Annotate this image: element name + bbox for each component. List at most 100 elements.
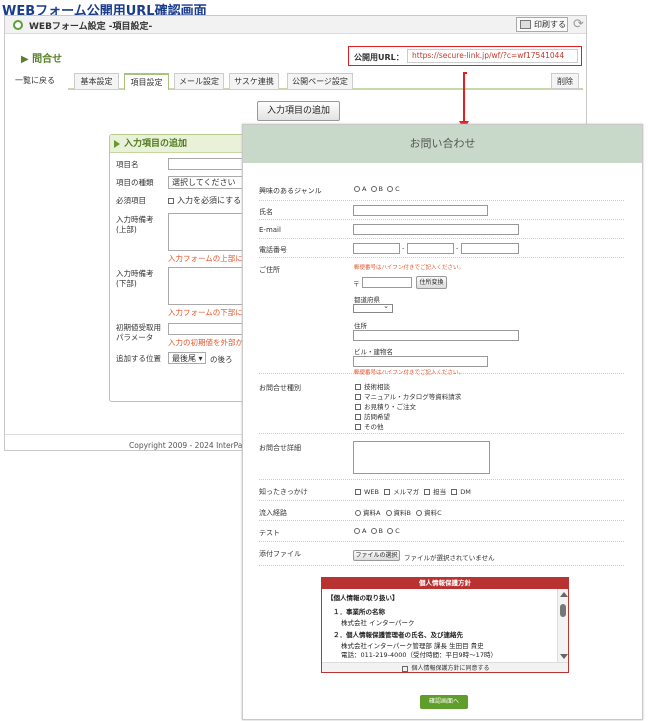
radio[interactable] [354,528,360,534]
checkbox[interactable] [355,489,361,495]
inquiry-option-5[interactable]: その他 [355,421,384,431]
inquiry-option-2[interactable]: マニュアル・カタログ等資料請求 [355,391,461,401]
name-input[interactable] [353,205,488,216]
address-convert-button[interactable]: 住所変換 [416,276,447,289]
public-url-label: 公開用URL： [354,53,404,62]
inquiry-option-3[interactable]: お見積り・ご注文 [355,401,416,411]
add-field-button[interactable]: 入力項目の追加 [257,101,340,121]
required-checkbox-label: 入力を必須にする [177,196,242,205]
genre-radio-b[interactable] [370,186,377,192]
printer-icon [520,20,531,29]
public-form-window: お問い合わせ 興味のあるジャンル A B C 氏名 E-mail 電話番号 - … [242,124,643,720]
checkbox[interactable] [384,489,391,495]
scroll-thumb[interactable] [560,604,566,617]
back-to-list-link[interactable]: 一覧に戻る [15,75,55,86]
confirm-button[interactable]: 確認画面へ [420,695,468,709]
print-button[interactable]: 印刷する [516,17,568,32]
inquiry-option-1[interactable]: 技術相談 [355,381,390,391]
tab-sasuke[interactable]: サスケ連携 [229,73,279,89]
checkbox[interactable] [424,489,431,495]
genre-option-a: A [362,185,367,193]
source-option: DM [460,488,471,496]
checkbox[interactable] [451,489,458,495]
radio[interactable] [416,510,423,516]
prefecture-label: 都道府県 [354,296,380,304]
phone-input-3[interactable] [461,243,519,254]
label-name: 氏名 [259,208,273,216]
scroll-up-icon[interactable] [560,592,568,597]
tab-fields[interactable]: 項目設定 [124,73,169,90]
source-checkboxes: WEB メルマガ 担当 DM [355,486,471,496]
radio[interactable] [385,510,392,516]
tab-basic[interactable]: 基本設定 [74,73,119,89]
add-field-panel: 入力項目の追加 項目名 項目の種類 選択してください 必須項目 入力を必須にする… [109,134,259,402]
inquiry-option-label: マニュアル・カタログ等資料請求 [364,393,462,401]
tab-mail[interactable]: メール設定 [174,73,224,89]
section-title: ▶ 問合せ [21,54,63,65]
label-route: 流入経路 [259,509,287,517]
test-option: C [395,527,400,535]
public-url-field[interactable]: https://secure-link.jp/wf/?c=wf17541044 [407,49,578,63]
row-address: ご住所 郵便番号はハイフン付きでご記入ください。 〒 住所変換 都道府県 ⌄ 住… [259,258,624,376]
checkbox[interactable] [355,404,361,410]
phone-input-2[interactable] [407,243,454,254]
privacy-line: １．事業所の名称 [333,608,385,616]
radio[interactable] [355,510,361,516]
refresh-icon[interactable]: ⟳ [573,17,584,32]
street-label: 住所 [354,322,367,330]
test-option: B [378,527,383,535]
lower-note-hint: 入力フォームの下部に [168,308,243,317]
postal-hyphen-note: 郵便番号はハイフン付きでご記入ください。 [354,265,465,271]
position-value: 最後尾 [172,354,196,363]
agree-label: 個人情報保護方針に同意する [411,665,490,672]
row-phone: 電話番号 - - [259,239,624,258]
row-inquiry-type: お問合せ種別 技術相談 マニュアル・カタログ等資料請求 お見積り・ご注文 訪問希… [259,374,624,434]
scroll-down-icon[interactable] [560,654,568,659]
row-attachment: 添付ファイル ファイルの選択 ファイルが選択されていません [259,542,624,566]
required-checkbox-wrap[interactable]: 入力を必須にする [168,195,241,206]
postal-input[interactable] [362,277,412,288]
agree-checkbox[interactable] [402,665,409,672]
tab-public-page[interactable]: 公開ページ設定 [287,73,353,89]
delete-button[interactable]: 削除 [551,73,579,89]
required-checkbox[interactable] [168,197,174,204]
route-radios: 資料A 資料B 資料C [355,507,442,517]
checkbox[interactable] [355,424,361,430]
genre-radio-c[interactable] [387,186,394,192]
test-option: A [362,527,367,535]
checkbox[interactable] [355,384,361,390]
upper-note-hint: 入力フォームの上部に [168,254,243,263]
privacy-scrollbar[interactable] [557,589,568,662]
checkbox[interactable] [355,414,361,420]
prefecture-select[interactable]: ⌄ [353,302,393,313]
initial-param-hint: 入力の初期値を外部か [168,338,243,347]
phone-input-1[interactable] [353,243,400,254]
privacy-line: 【個人情報の取り扱い】 [327,594,399,602]
genre-radio-a[interactable] [354,186,360,192]
label-field-name: 項目名 [116,160,139,169]
inquiry-option-4[interactable]: 訪問希望 [355,411,390,421]
radio[interactable] [387,528,394,534]
building-input[interactable] [353,356,488,367]
row-email: E-mail [259,220,624,239]
chevron-down-icon: ⌄ [383,302,389,310]
privacy-agree-row[interactable]: 個人情報保護方針に同意する [322,662,568,672]
file-choose-button[interactable]: ファイルの選択 [353,550,400,561]
email-input[interactable] [353,224,519,235]
checkbox[interactable] [355,394,361,400]
label-initial-param: 初期値受取用 パラメータ [116,323,161,342]
radio[interactable] [370,528,377,534]
row-inquiry-detail: お問合せ詳細 [259,434,624,480]
label-address: ご住所 [259,266,280,274]
label-lower-note: 入力時備考 (下部) [116,269,154,288]
inquiry-detail-textarea[interactable] [353,441,490,474]
label-position: 追加する位置 [116,354,161,363]
source-option: WEB [364,488,379,496]
admin-titlebar: WEBフォーム設定 -項目設定- 印刷する ⟳ [5,16,586,34]
inquiry-option-label: 訪問希望 [364,413,390,421]
position-select[interactable]: 最後尾 ▾ [168,352,206,364]
privacy-line: ２．個人情報保護管理者の氏名、及び連絡先 [333,631,463,639]
label-attachment: 添付ファイル [259,550,301,558]
phone-sep-2: - [456,244,459,252]
street-input[interactable] [353,330,519,341]
